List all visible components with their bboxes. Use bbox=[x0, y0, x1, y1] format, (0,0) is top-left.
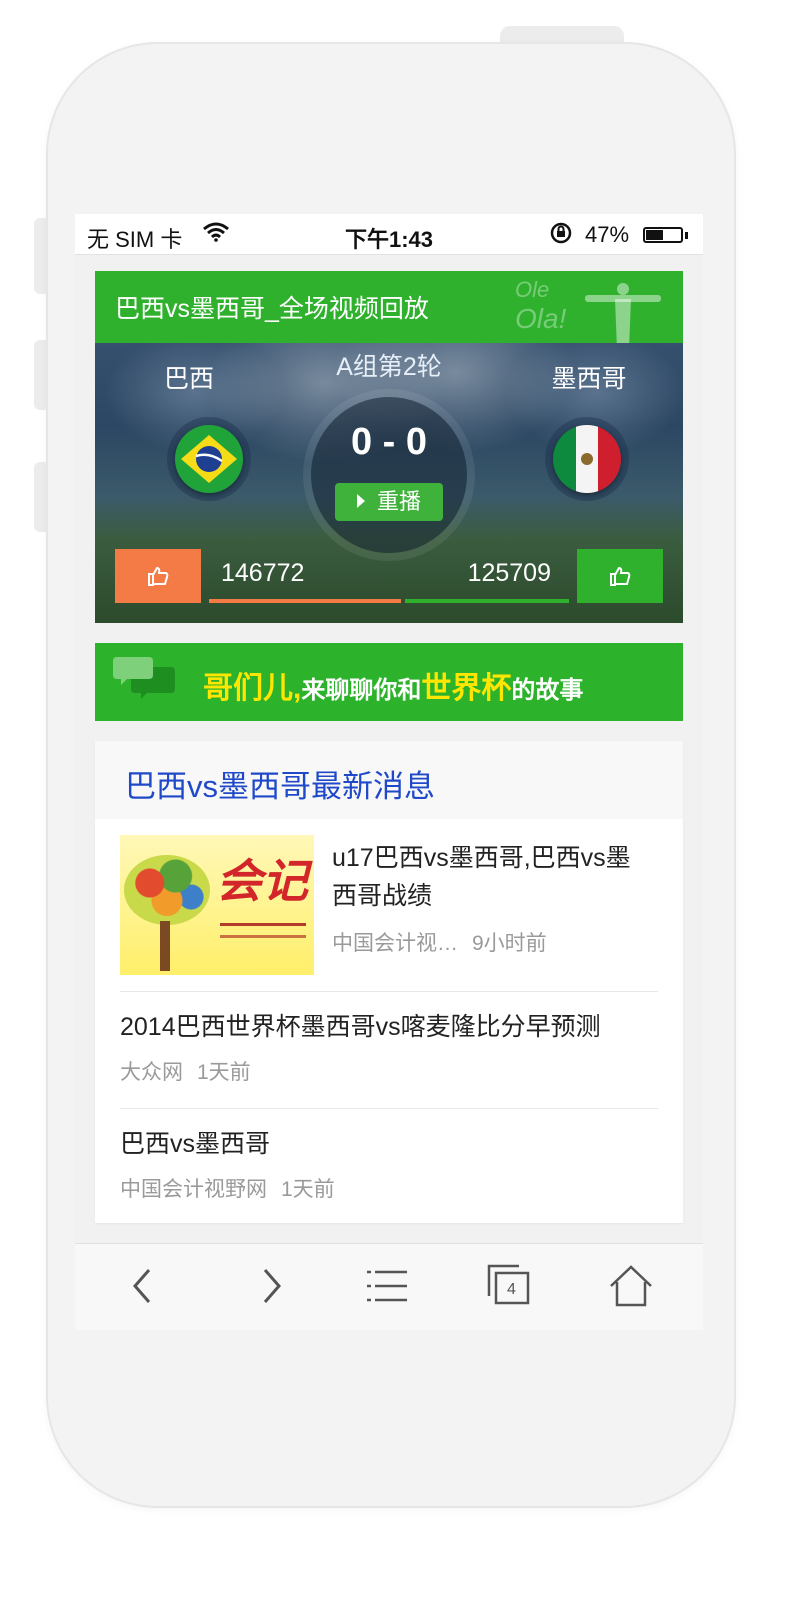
deco-ole-text: Ole bbox=[515, 277, 550, 302]
home-vote-progress bbox=[209, 599, 401, 603]
back-arrow-icon[interactable] bbox=[121, 1264, 165, 1308]
match-score: 0 - 0 bbox=[350, 421, 428, 463]
banner-slogan: 哥们儿,来聊聊你和世界杯的故事 bbox=[203, 672, 584, 705]
news-headline[interactable]: u17巴西vs墨西哥,巴西vs墨西哥战绩 bbox=[332, 839, 652, 915]
thumbs-up-icon bbox=[148, 566, 169, 586]
news-source: 大众网 bbox=[120, 1061, 183, 1084]
news-meta: 中国会计视野网 1天前 bbox=[120, 1173, 335, 1203]
battery-tip bbox=[685, 232, 688, 239]
home-team-name: 巴西 bbox=[163, 365, 214, 393]
score-ring: 0 - 0 重播 bbox=[311, 397, 467, 553]
news-meta: 中国会计视… 9小时前 bbox=[332, 927, 547, 957]
news-item[interactable]: 2014巴西世界杯墨西哥vs喀麦隆比分早预测 大众网 1天前 bbox=[120, 992, 658, 1109]
news-time: 1天前 bbox=[281, 1178, 335, 1201]
menu-list-icon[interactable] bbox=[365, 1264, 409, 1308]
away-team-name: 墨西哥 bbox=[551, 365, 627, 393]
chat-bubbles-icon bbox=[113, 657, 175, 699]
brush-calligraphy-art: 会记 bbox=[216, 854, 308, 908]
battery-icon bbox=[643, 227, 683, 243]
replay-label: 重播 bbox=[376, 489, 421, 514]
video-title: 巴西vs墨西哥_全场视频回放 bbox=[115, 295, 429, 323]
away-flag-ring bbox=[545, 417, 629, 501]
away-vote-progress bbox=[405, 599, 569, 603]
forward-arrow-icon[interactable] bbox=[249, 1264, 293, 1308]
away-vote-count: 125709 bbox=[467, 559, 551, 587]
news-source: 中国会计视野网 bbox=[120, 1178, 267, 1201]
news-time: 9小时前 bbox=[472, 932, 547, 955]
news-item[interactable]: 会记 u17巴西vs墨西哥,巴西vs墨西哥战绩 中国会计视… 9小时前 bbox=[120, 835, 658, 992]
christ-redeemer-icon bbox=[585, 283, 661, 343]
thumbs-up-icon bbox=[610, 566, 631, 586]
home-icon[interactable] bbox=[609, 1264, 653, 1308]
browser-toolbar: 4 bbox=[75, 1243, 703, 1330]
replay-button[interactable]: 重播 bbox=[335, 483, 443, 521]
mexico-flag-icon bbox=[553, 425, 621, 493]
video-header[interactable]: 巴西vs墨西哥_全场视频回放 Ole Ola! bbox=[95, 271, 683, 343]
tab-count: 4 bbox=[507, 1281, 516, 1298]
news-time: 1天前 bbox=[197, 1061, 251, 1084]
rotation-lock-icon bbox=[549, 222, 573, 250]
news-meta: 大众网 1天前 bbox=[120, 1056, 251, 1086]
news-card: 巴西vs墨西哥最新消息 会记 u17巴西vs墨西哥,巴西vs墨西哥战绩 中国会计… bbox=[95, 741, 683, 1223]
tabs-button[interactable]: 4 bbox=[487, 1264, 531, 1308]
news-header: 巴西vs墨西哥最新消息 bbox=[95, 741, 683, 819]
video-card[interactable]: 巴西vs墨西哥_全场视频回放 Ole Ola! A组第2轮 巴西 墨西哥 0 -… bbox=[95, 271, 683, 623]
news-thumbnail[interactable]: 会记 bbox=[120, 835, 314, 975]
brazil-flag-icon bbox=[175, 425, 243, 493]
stadium-background: A组第2轮 巴西 墨西哥 0 - 0 重播 146772 125709 bbox=[95, 343, 683, 623]
home-flag-ring bbox=[167, 417, 251, 501]
away-like-button[interactable] bbox=[577, 549, 663, 603]
screen: 无 SIM 卡 下午1:43 47% 巴西vs墨西哥_全场视频回放 Ole Ol… bbox=[75, 214, 703, 1330]
status-bar: 无 SIM 卡 下午1:43 47% bbox=[75, 214, 703, 255]
news-headline[interactable]: 巴西vs墨西哥 bbox=[120, 1125, 270, 1163]
news-item[interactable]: 巴西vs墨西哥 中国会计视野网 1天前 bbox=[120, 1109, 658, 1223]
vote-bar: 146772 125709 bbox=[115, 549, 663, 603]
news-source: 中国会计视… bbox=[332, 932, 458, 955]
home-like-button[interactable] bbox=[115, 549, 201, 603]
news-title[interactable]: 巴西vs墨西哥最新消息 bbox=[125, 761, 435, 806]
deco-ola-text: Ola! bbox=[515, 303, 567, 334]
battery-percent: 47% bbox=[585, 222, 630, 247]
news-headline[interactable]: 2014巴西世界杯墨西哥vs喀麦隆比分早预测 bbox=[120, 1008, 601, 1046]
chat-banner[interactable]: 哥们儿,来聊聊你和世界杯的故事 bbox=[95, 643, 683, 721]
play-icon bbox=[356, 494, 365, 509]
home-vote-count: 146772 bbox=[221, 559, 305, 587]
